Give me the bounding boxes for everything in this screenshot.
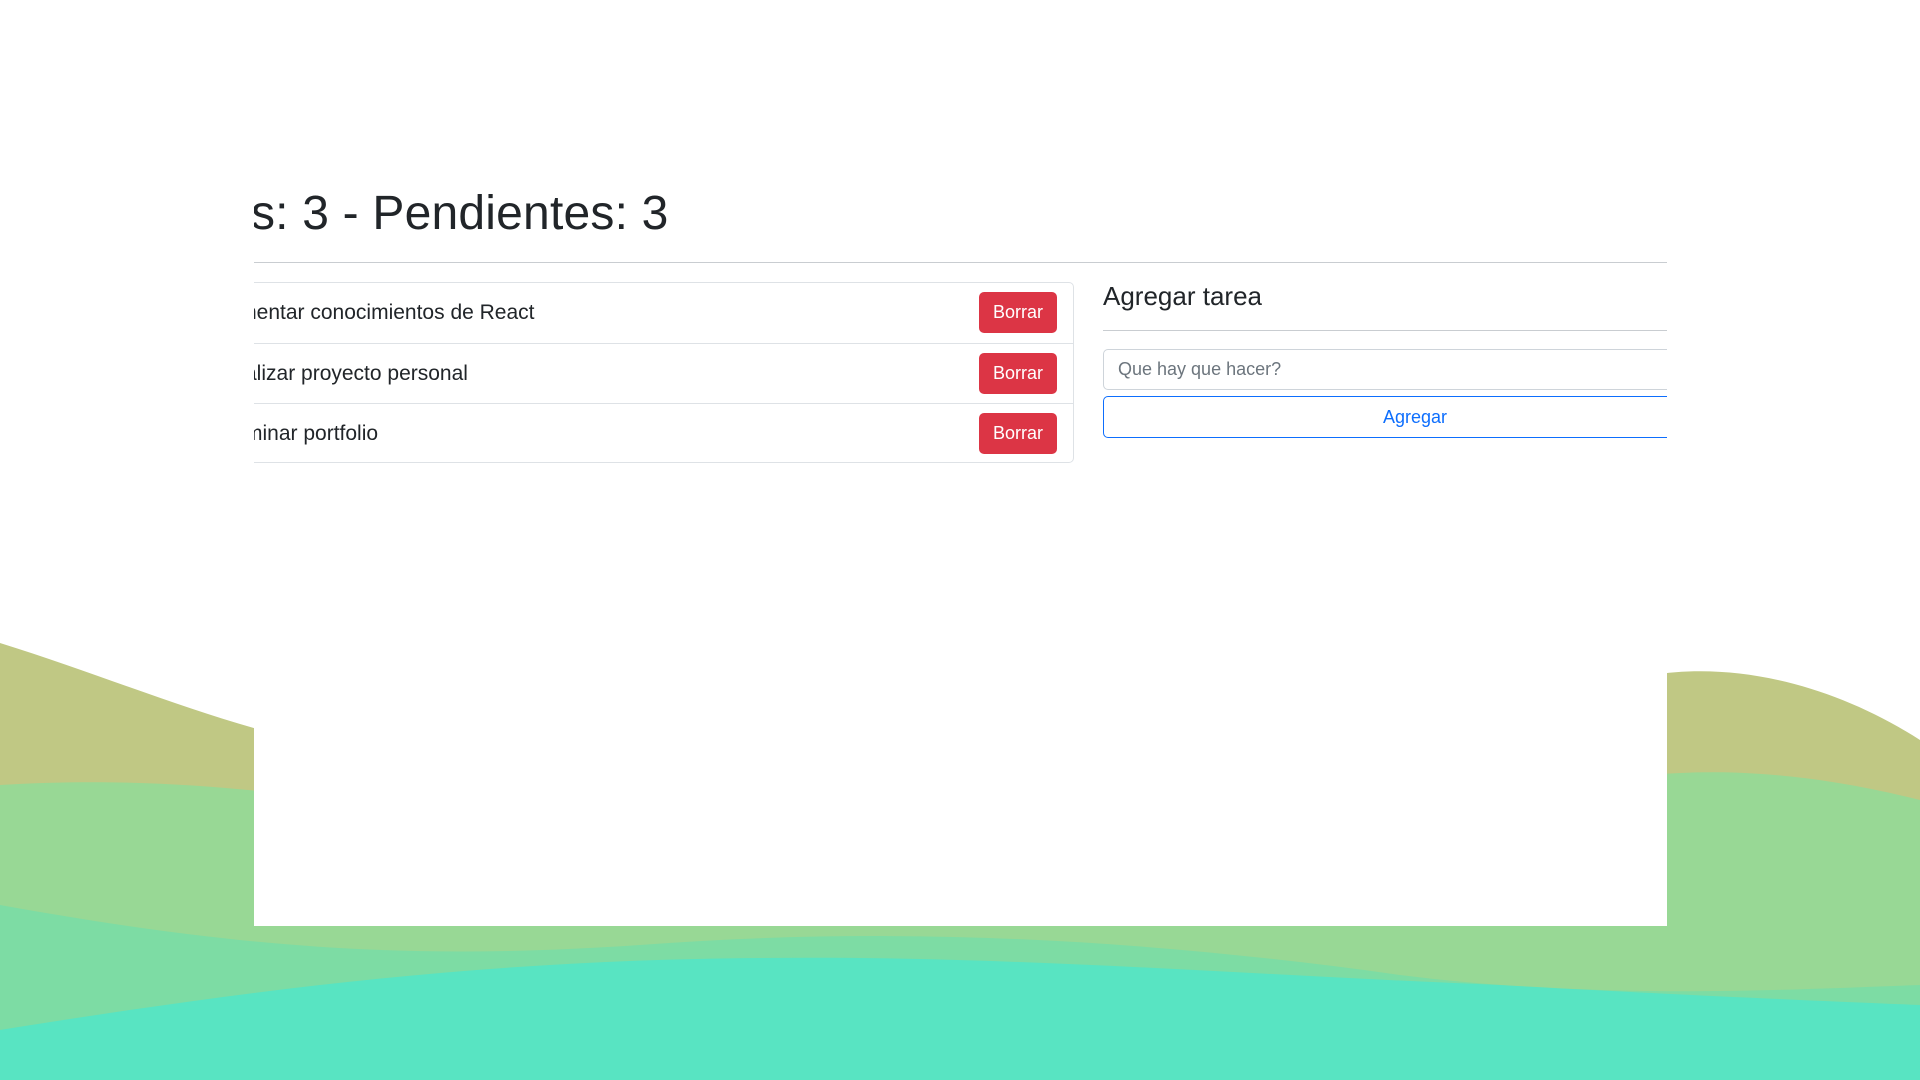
title-divider <box>254 262 1667 263</box>
list-item: nentar conocimientos de React Borrar <box>254 283 1073 343</box>
task-text: nentar conocimientos de React <box>254 301 535 324</box>
task-input[interactable] <box>1103 349 1667 390</box>
app-window: reas: 3 - Pendientes: 3 nentar conocimie… <box>254 0 1667 926</box>
task-list: nentar conocimientos de React Borrar ali… <box>254 282 1074 463</box>
delete-button[interactable]: Borrar <box>979 292 1057 333</box>
list-item: alizar proyecto personal Borrar <box>254 343 1073 403</box>
task-text: alizar proyecto personal <box>254 362 468 385</box>
delete-button[interactable]: Borrar <box>979 413 1057 454</box>
add-task-heading: Agregar tarea <box>1103 281 1262 311</box>
delete-button[interactable]: Borrar <box>979 353 1057 394</box>
list-item: minar portfolio Borrar <box>254 403 1073 463</box>
desktop: reas: 3 - Pendientes: 3 nentar conocimie… <box>0 0 1920 1080</box>
add-task-divider <box>1103 330 1667 331</box>
task-text: minar portfolio <box>254 422 379 445</box>
add-button[interactable]: Agregar <box>1103 396 1667 438</box>
add-task-panel: Agregar tarea Agregar <box>1103 278 1667 478</box>
page-title: reas: 3 - Pendientes: 3 <box>254 187 669 240</box>
